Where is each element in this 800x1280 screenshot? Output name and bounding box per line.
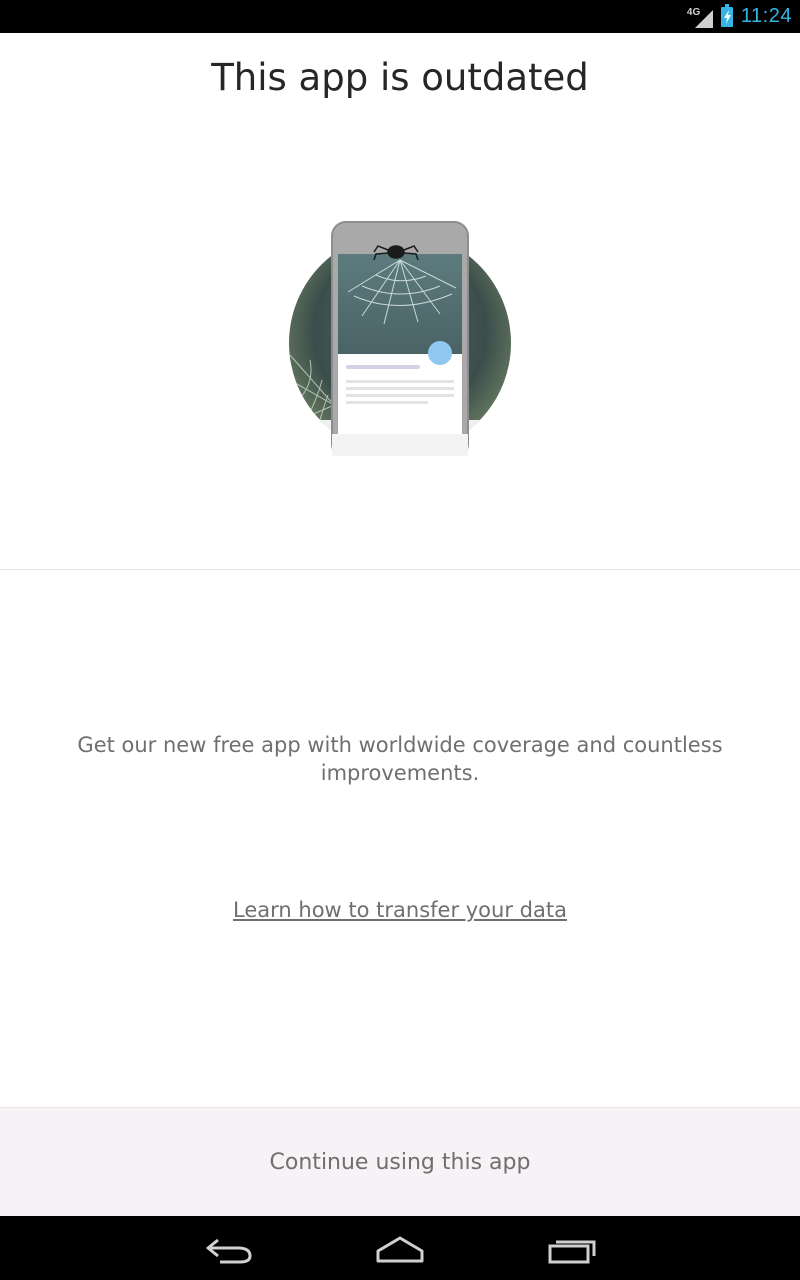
- outdated-phone-illustration: [289, 221, 511, 456]
- status-bar: 4G 11:24: [0, 0, 800, 33]
- status-clock: 11:24: [740, 5, 792, 27]
- continue-using-app-button[interactable]: Continue using this app: [0, 1107, 800, 1216]
- battery-icon: [720, 3, 733, 27]
- navigation-bar: [0, 1216, 800, 1280]
- back-icon[interactable]: [200, 1232, 260, 1266]
- page-title: This app is outdated: [211, 56, 589, 99]
- recents-icon[interactable]: [542, 1232, 602, 1266]
- signal-icon: 4G: [687, 5, 713, 29]
- upgrade-message: Get our new free app with worldwide cove…: [77, 733, 723, 785]
- section-divider: [0, 569, 800, 570]
- home-icon[interactable]: [370, 1232, 430, 1266]
- learn-transfer-data-link[interactable]: Learn how to transfer your data: [0, 898, 800, 922]
